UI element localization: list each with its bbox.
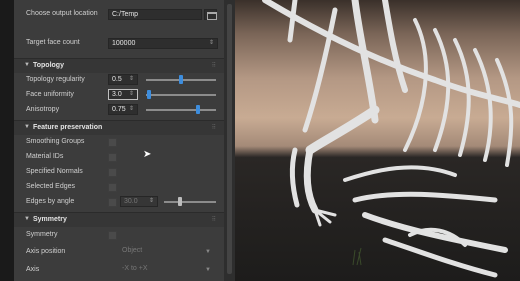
- specified-normals-row: Specified Normals: [14, 164, 224, 180]
- edges-angle-knob[interactable]: [178, 197, 183, 206]
- face-uniformity-row: Face uniformity 3.0 ⇕: [14, 87, 224, 103]
- axis-position-label: Axis position: [26, 248, 66, 255]
- edges-angle-slider[interactable]: [164, 201, 216, 203]
- smoothing-groups-row: Smoothing Groups: [14, 134, 224, 150]
- axis-position-dropdown[interactable]: Object: [108, 246, 218, 257]
- symmetry-row: Symmetry: [14, 227, 224, 243]
- spinner-icon[interactable]: ⇕: [149, 197, 154, 206]
- specified-normals-label: Specified Normals: [26, 168, 83, 175]
- spinner-icon[interactable]: ⇕: [209, 39, 214, 48]
- target-face-value: 100000: [112, 40, 136, 47]
- symmetry-title: Symmetry: [33, 216, 67, 223]
- edges-angle-value: 30.0: [124, 198, 138, 205]
- smoothing-groups-checkbox[interactable]: [108, 138, 117, 147]
- drag-handle-icon: ⠿: [211, 125, 216, 131]
- 3d-viewport[interactable]: [235, 0, 520, 281]
- collapse-caret-icon: ▼: [24, 124, 30, 130]
- mouse-cursor-icon: ➤: [143, 149, 152, 160]
- output-location-row: Choose output location C:/Temp: [14, 6, 224, 22]
- drag-handle-icon: ⠿: [211, 63, 216, 69]
- scrollbar-thumb[interactable]: [227, 4, 232, 274]
- face-uniformity-label: Face uniformity: [26, 91, 74, 98]
- skeleton-model: [262, 0, 520, 278]
- topology-regularity-input[interactable]: 0.5 ⇕: [108, 74, 138, 85]
- symmetry-checkbox[interactable]: [108, 231, 117, 240]
- symmetry-label: Symmetry: [26, 231, 58, 238]
- axis-value: -X to +X: [122, 265, 148, 272]
- anisotropy-label: Anisotropy: [26, 106, 60, 113]
- spinner-icon[interactable]: ⇕: [129, 90, 134, 99]
- output-location-label: Choose output location: [26, 10, 98, 17]
- selected-edges-checkbox[interactable]: [108, 183, 117, 192]
- topology-section-header[interactable]: ▼ Topology ⠿: [14, 58, 224, 73]
- spinner-icon[interactable]: ⇕: [129, 75, 134, 84]
- edges-by-angle-row: Edges by angle 30.0 ⇕: [14, 194, 224, 210]
- axis-dropdown[interactable]: -X to +X: [108, 264, 218, 275]
- material-ids-label: Material IDs: [26, 153, 64, 160]
- target-face-label: Target face count: [26, 39, 80, 46]
- retopology-panel: Choose output location C:/Temp Target fa…: [14, 0, 224, 281]
- topology-regularity-knob[interactable]: [179, 75, 183, 84]
- face-uniformity-input[interactable]: 3.0 ⇕: [108, 89, 138, 100]
- anisotropy-slider[interactable]: [146, 109, 216, 111]
- output-path-field[interactable]: C:/Temp: [108, 9, 202, 20]
- selected-edges-label: Selected Edges: [26, 183, 76, 190]
- collapse-caret-icon: ▼: [24, 62, 30, 68]
- face-uniformity-slider[interactable]: [146, 94, 216, 96]
- material-ids-row: Material IDs: [14, 149, 224, 165]
- material-ids-checkbox[interactable]: [108, 153, 117, 162]
- target-face-row: Target face count 100000 ⇕: [14, 35, 224, 51]
- specified-normals-checkbox[interactable]: [108, 168, 117, 177]
- dropdown-arrow-icon: ▼: [205, 267, 211, 273]
- left-toolbar: [0, 0, 14, 281]
- topology-regularity-row: Topology regularity 0.5 ⇕: [14, 72, 224, 88]
- axis-row: Axis -X to +X ▼: [14, 262, 224, 278]
- output-path-value: C:/Temp: [112, 11, 139, 18]
- smoothing-groups-label: Smoothing Groups: [26, 138, 85, 145]
- panel-scrollbar[interactable]: [224, 0, 235, 281]
- anisotropy-knob[interactable]: [195, 105, 200, 114]
- selected-edges-row: Selected Edges: [14, 179, 224, 195]
- symmetry-section-header[interactable]: ▼ Symmetry ⠿: [14, 212, 224, 227]
- axis-position-value: Object: [122, 247, 143, 254]
- edges-angle-input[interactable]: 30.0 ⇕: [120, 196, 158, 207]
- face-uniformity-value: 3.0: [112, 91, 122, 98]
- folder-icon: [207, 12, 217, 20]
- axis-position-row: Axis position Object ▼: [14, 244, 224, 260]
- anisotropy-value: 0.75: [112, 106, 126, 113]
- face-uniformity-knob[interactable]: [147, 90, 152, 99]
- topology-regularity-value: 0.5: [112, 76, 122, 83]
- anisotropy-row: Anisotropy 0.75 ⇕: [14, 102, 224, 118]
- topology-title: Topology: [33, 62, 64, 69]
- target-face-input[interactable]: 100000 ⇕: [108, 38, 218, 49]
- topology-regularity-label: Topology regularity: [26, 76, 85, 83]
- edges-by-angle-checkbox[interactable]: [108, 198, 117, 207]
- anisotropy-input[interactable]: 0.75 ⇕: [108, 104, 138, 115]
- dropdown-arrow-icon: ▼: [205, 249, 211, 255]
- collapse-caret-icon: ▼: [24, 216, 30, 222]
- edges-by-angle-label: Edges by angle: [26, 198, 75, 205]
- axis-label: Axis: [26, 266, 40, 273]
- feature-section-header[interactable]: ▼ Feature preservation ⠿: [14, 120, 224, 135]
- folder-browse-button[interactable]: [204, 9, 217, 20]
- drag-handle-icon: ⠿: [211, 217, 216, 223]
- spinner-icon[interactable]: ⇕: [129, 105, 134, 114]
- feature-title: Feature preservation: [33, 124, 103, 131]
